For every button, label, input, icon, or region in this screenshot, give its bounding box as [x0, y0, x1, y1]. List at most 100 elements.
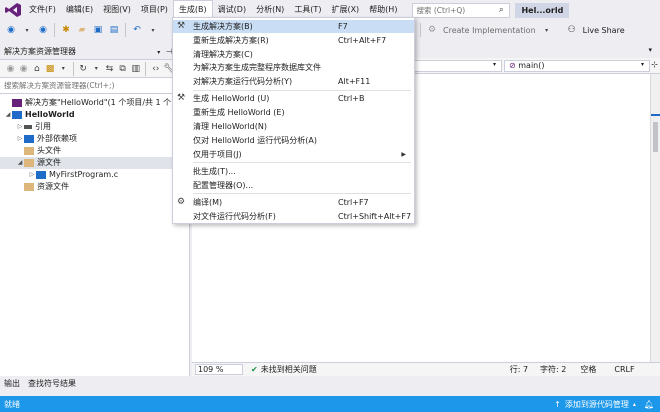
back-icon[interactable]: ◉ [4, 23, 18, 37]
zoom-combo[interactable]: 109 % [195, 364, 243, 375]
build-menu-item[interactable]: ⚒ 生成解决方案(B) F7 [173, 20, 414, 33]
combo-arrow-icon[interactable]: ▾ [493, 61, 496, 68]
pending-changes-icon[interactable]: ↻ [78, 62, 89, 76]
add-to-source-control-button[interactable]: 添加到源代码管理 [565, 399, 629, 410]
dropdown-arrow-icon[interactable]: ▾ [58, 62, 69, 76]
sync-icon[interactable]: ⇆ [104, 62, 115, 76]
search-icon[interactable]: ⌕ [494, 3, 508, 17]
new-project-icon[interactable]: ✱ [59, 23, 73, 37]
check-icon: ✔ [251, 365, 258, 374]
build-menu-item[interactable]: ⚙ 编译(M) Ctrl+F7 [173, 196, 414, 209]
tree-item-label: 资源文件 [37, 182, 69, 191]
menu-item-shortcut: Ctrl+B [338, 94, 365, 103]
view-code-icon[interactable]: ‹› [150, 62, 161, 76]
build-menu-item[interactable]: 为解决方案生成完整程序数据库文件 [173, 61, 414, 74]
dropdown-arrow-icon[interactable]: ▾ [146, 23, 160, 37]
menu-item-label: 仅用于项目(J) [193, 150, 242, 159]
tab-dropdown-icon[interactable]: ▾ [648, 46, 652, 54]
build-menu-item[interactable]: 仅用于项目(J) ▶ [173, 148, 414, 161]
function-combo[interactable]: ⊘ main() [504, 60, 650, 72]
tab-output[interactable]: 输出 [4, 378, 20, 389]
solution-explorer-search[interactable]: 搜索解决方案资源管理器(Ctrl+;) [0, 78, 189, 94]
char-indicator: 字符: 2 [540, 365, 567, 374]
solution-title: Hel...orld [515, 2, 570, 18]
save-all-icon[interactable]: ▤ [107, 23, 121, 37]
menu-item-label: 清理解决方案(C) [193, 50, 253, 59]
expand-arrow-icon[interactable]: ▷ [16, 121, 24, 133]
external-deps-icon [24, 135, 34, 143]
forward-icon[interactable]: ◉ [36, 23, 50, 37]
issues-text[interactable]: 未找到相关问题 [261, 364, 317, 375]
solution-explorer-title: 解决方案资源管理器 [4, 47, 76, 56]
project-icon [12, 111, 22, 119]
tree-item[interactable]: ◢ 源文件 [0, 157, 189, 169]
build-menu-item[interactable]: 重新生成解决方案(R) Ctrl+Alt+F7 [173, 34, 414, 47]
scrollbar-thumb[interactable] [653, 122, 658, 152]
tree-item-label: 引用 [35, 122, 51, 131]
build-menu-item[interactable]: ⚒ 生成 HelloWorld (U) Ctrl+B [173, 92, 414, 105]
notifications-icon[interactable]: 🔔︎ [644, 400, 654, 409]
build-menu-item[interactable]: 仅对 HelloWorld 运行代码分析(A) [173, 134, 414, 147]
menu-item-label: 对解决方案运行代码分析(Y) [193, 77, 293, 86]
undo-icon[interactable]: ↶ [130, 23, 144, 37]
toolbar-separator [72, 61, 74, 76]
show-all-files-icon[interactable]: ▥ [130, 62, 141, 76]
collapse-all-icon[interactable]: ⧉ [117, 62, 128, 76]
editor-status-bar: 109 % ✔ 未找到相关问题 行: 7 字符: 2 空格 CRLF [192, 362, 660, 376]
tree-item[interactable]: 解决方案"HelloWorld"(1 个项目/共 1 个) [0, 97, 189, 109]
menu-item-label: 重新生成 HelloWorld (E) [193, 108, 285, 117]
switch-views-icon[interactable]: ▩ [44, 62, 55, 76]
tree-item[interactable]: ◢ HelloWorld [0, 109, 189, 121]
toolbar-separator [125, 23, 126, 37]
build-menu-item[interactable]: 对文件运行代码分析(F) Ctrl+Shift+Alt+F7 [173, 210, 414, 223]
open-folder-icon[interactable]: ▰ [75, 23, 89, 37]
dropdown-arrow-icon[interactable]: ▾ [540, 23, 554, 37]
build-menu-item[interactable]: 配置管理器(O)... [173, 179, 414, 192]
live-share-icon[interactable]: ⚇ [565, 23, 579, 37]
build-menu-item[interactable]: 清理解决方案(C) [173, 48, 414, 61]
tree-item[interactable]: ▷ MyFirstProgram.c [0, 169, 189, 181]
build-menu-item[interactable]: 对解决方案运行代码分析(Y) Alt+F11 [173, 75, 414, 88]
save-icon[interactable]: ▣ [91, 23, 105, 37]
menu-file[interactable]: 文件(F) [24, 0, 61, 20]
tree-item[interactable]: 头文件 [0, 145, 189, 157]
expand-arrow-icon[interactable]: ▷ [16, 133, 24, 145]
back-icon[interactable]: ◉ [5, 62, 16, 76]
tree-item-label: 源文件 [37, 158, 61, 167]
tree-item[interactable]: 资源文件 [0, 181, 189, 193]
tree-item-label: 外部依赖项 [37, 134, 77, 143]
dropdown-arrow-icon[interactable]: ▾ [20, 23, 34, 37]
forward-icon[interactable]: ◉ [18, 62, 29, 76]
expand-arrow-icon[interactable]: ▷ [28, 169, 36, 181]
tree-item[interactable]: ▷ 外部依赖项 [0, 133, 189, 145]
menu-item-label: 为解决方案生成完整程序数据库文件 [193, 63, 321, 72]
split-editor-icon[interactable]: ⊹ [651, 60, 658, 69]
bottom-tab-bar: 输出 查找符号结果 [0, 376, 660, 390]
compile-icon: ⚙ [177, 197, 186, 207]
build-menu-item[interactable]: 清理 HelloWorld(N) [173, 120, 414, 133]
build-menu-item[interactable]: 批生成(T)... [173, 165, 414, 178]
menu-edit[interactable]: 编辑(E) [61, 0, 98, 20]
create-implementation-icon[interactable]: ⚙ [425, 23, 439, 37]
create-implementation-button[interactable]: Create Implementation [443, 26, 536, 35]
references-icon [24, 125, 32, 129]
toolbar-separator [420, 23, 421, 37]
combo-arrow-icon[interactable]: ▾ [641, 61, 644, 68]
menu-item-shortcut: Ctrl+Shift+Alt+F7 [338, 212, 412, 221]
tree-item[interactable]: ▷ 引用 [0, 121, 189, 133]
toolbar-separator [54, 23, 55, 37]
build-menu-item[interactable]: 重新生成 HelloWorld (E) [173, 106, 414, 119]
menu-project[interactable]: 项目(P) [136, 0, 173, 20]
menu-view[interactable]: 视图(V) [98, 0, 136, 20]
home-icon[interactable]: ⌂ [31, 62, 42, 76]
dropdown-arrow-icon[interactable]: ▾ [91, 62, 102, 76]
chevron-up-icon[interactable]: ▴ [633, 401, 636, 408]
editor-scrollbar[interactable] [650, 74, 660, 362]
expand-arrow-icon[interactable]: ◢ [4, 109, 12, 121]
tab-find-symbol-results[interactable]: 查找符号结果 [28, 378, 76, 389]
expand-arrow-icon[interactable]: ◢ [16, 157, 24, 169]
function-combo-value: main() [518, 61, 545, 70]
panel-dropdown-icon[interactable]: ▾ [157, 49, 160, 56]
live-share-button[interactable]: Live Share [583, 26, 625, 35]
folder-icon [24, 147, 34, 155]
